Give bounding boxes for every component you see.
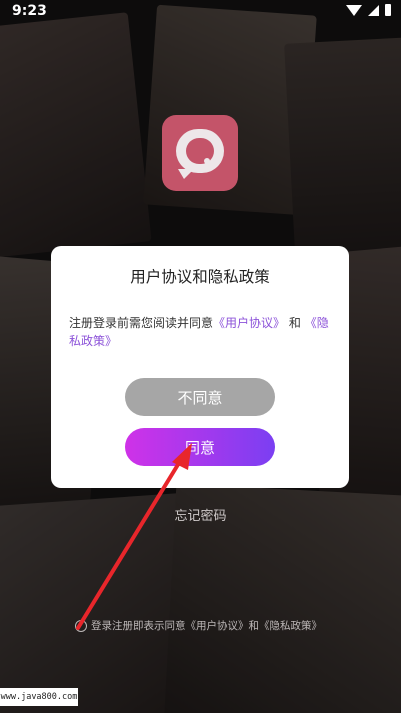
agreement-checkbox[interactable] (75, 619, 87, 632)
dialog-message: 注册登录前需您阅读并同意《用户协议》 和 《隐私政策》 (69, 314, 333, 350)
battery-icon (385, 4, 391, 16)
privacy-dialog: 用户协议和隐私政策 注册登录前需您阅读并同意《用户协议》 和 《隐私政策》 不同… (51, 246, 349, 488)
signal-icon (368, 4, 379, 16)
agreement-consent[interactable]: 登录注册即表示同意《用户协议》和《隐私政策》 (75, 618, 322, 633)
disagree-button[interactable]: 不同意 (125, 378, 275, 416)
dialog-message-text: 注册登录前需您阅读并同意 (69, 316, 214, 330)
status-time: 9:23 (12, 3, 47, 19)
chat-bubble-icon (176, 129, 224, 173)
wifi-icon (346, 4, 362, 16)
watermark: www.java800.com (0, 688, 78, 706)
dialog-message-and: 和 (288, 316, 301, 330)
agreement-text: 登录注册即表示同意《用户协议》和《隐私政策》 (91, 620, 322, 632)
app-logo (162, 115, 238, 191)
status-bar: 9:23 (0, 0, 401, 24)
user-agreement-link[interactable]: 《用户协议》 (213, 316, 285, 330)
forgot-password-link[interactable]: 忘记密码 (0, 505, 401, 524)
dialog-title: 用户协议和隐私政策 (130, 268, 270, 286)
system-icons (346, 4, 391, 16)
agree-button[interactable]: 同意 (125, 428, 275, 466)
